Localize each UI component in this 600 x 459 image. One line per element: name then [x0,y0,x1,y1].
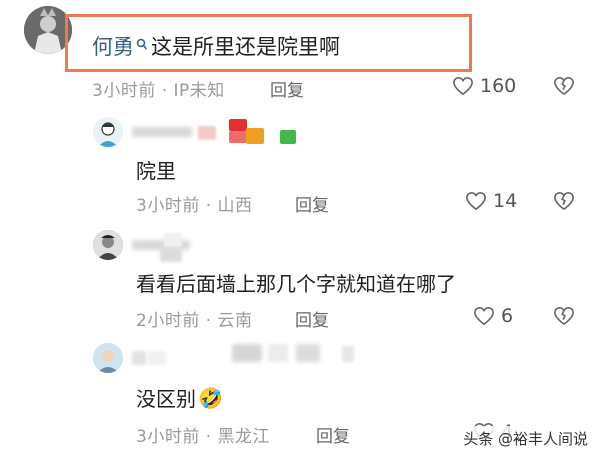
heart-outline-icon [473,306,495,326]
like-button[interactable]: 160 [452,75,516,97]
username-blur [160,248,182,262]
like-count: 6 [501,305,514,327]
location: IP未知 [173,81,225,101]
username-blur [132,351,146,365]
like-button[interactable]: 14 [465,190,517,212]
username-blur [342,346,354,362]
separator: · [199,427,218,447]
username-blur [132,127,192,137]
comment-meta: 2小时前 · 云南 [136,306,253,331]
location: 云南 [217,311,253,331]
username-blur [264,119,282,131]
comment-meta: 3小时前 · 山西 [136,191,253,216]
location: 黑龙江 [217,427,271,447]
broken-heart-icon[interactable] [553,191,575,211]
reply-button[interactable]: 回复 [270,76,304,101]
separator: · [199,311,218,331]
username-blur [229,131,247,143]
broken-heart-icon[interactable] [553,306,575,326]
heart-outline-icon [465,191,487,211]
avatar[interactable] [93,230,123,260]
separator: · [199,196,218,216]
broken-heart-icon[interactable] [553,76,575,96]
location: 山西 [217,196,253,216]
like-count: 160 [480,75,517,97]
username-blur [229,119,247,131]
username-blur [198,126,216,140]
reply-button[interactable]: 回复 [316,422,350,447]
username-blur [164,233,182,247]
laughing-emoji-icon: 🤣 [198,385,223,410]
comment-text: 没区别 🤣 [136,383,223,412]
username-blur [296,344,320,362]
username-blur [246,128,264,144]
comment-meta: 3小时前 · IP未知 [92,76,225,101]
timestamp: 3小时前 [92,81,156,101]
like-button[interactable]: 6 [473,305,513,327]
comment-text: 院里 [136,159,176,183]
timestamp: 2小时前 [136,311,200,331]
author-name[interactable]: 何勇 [92,31,134,61]
like-count: 14 [493,190,518,212]
avatar[interactable] [93,343,123,373]
reply-button[interactable]: 回复 [295,306,329,331]
watermark: 头条 @裕丰人间说 [459,426,592,451]
comment-text: 这是所里还是院里啊 [151,35,340,59]
reply-button[interactable]: 回复 [295,191,329,216]
username-blur [148,351,166,365]
comment-line: 何勇 这是所里还是院里啊 [92,31,340,61]
comment-text: 看看后面墙上那几个字就知道在哪了 [136,272,456,296]
avatar[interactable] [93,117,123,147]
heart-outline-icon [452,76,474,96]
username-blur [280,130,296,144]
username-blur [232,344,262,362]
comment-text-content: 没区别 [136,387,196,411]
separator: · [155,81,174,101]
search-icon[interactable] [136,37,148,56]
timestamp: 3小时前 [136,196,200,216]
comment-meta: 3小时前 · 黑龙江 [136,422,270,447]
timestamp: 3小时前 [136,427,200,447]
username-blur [268,344,288,362]
